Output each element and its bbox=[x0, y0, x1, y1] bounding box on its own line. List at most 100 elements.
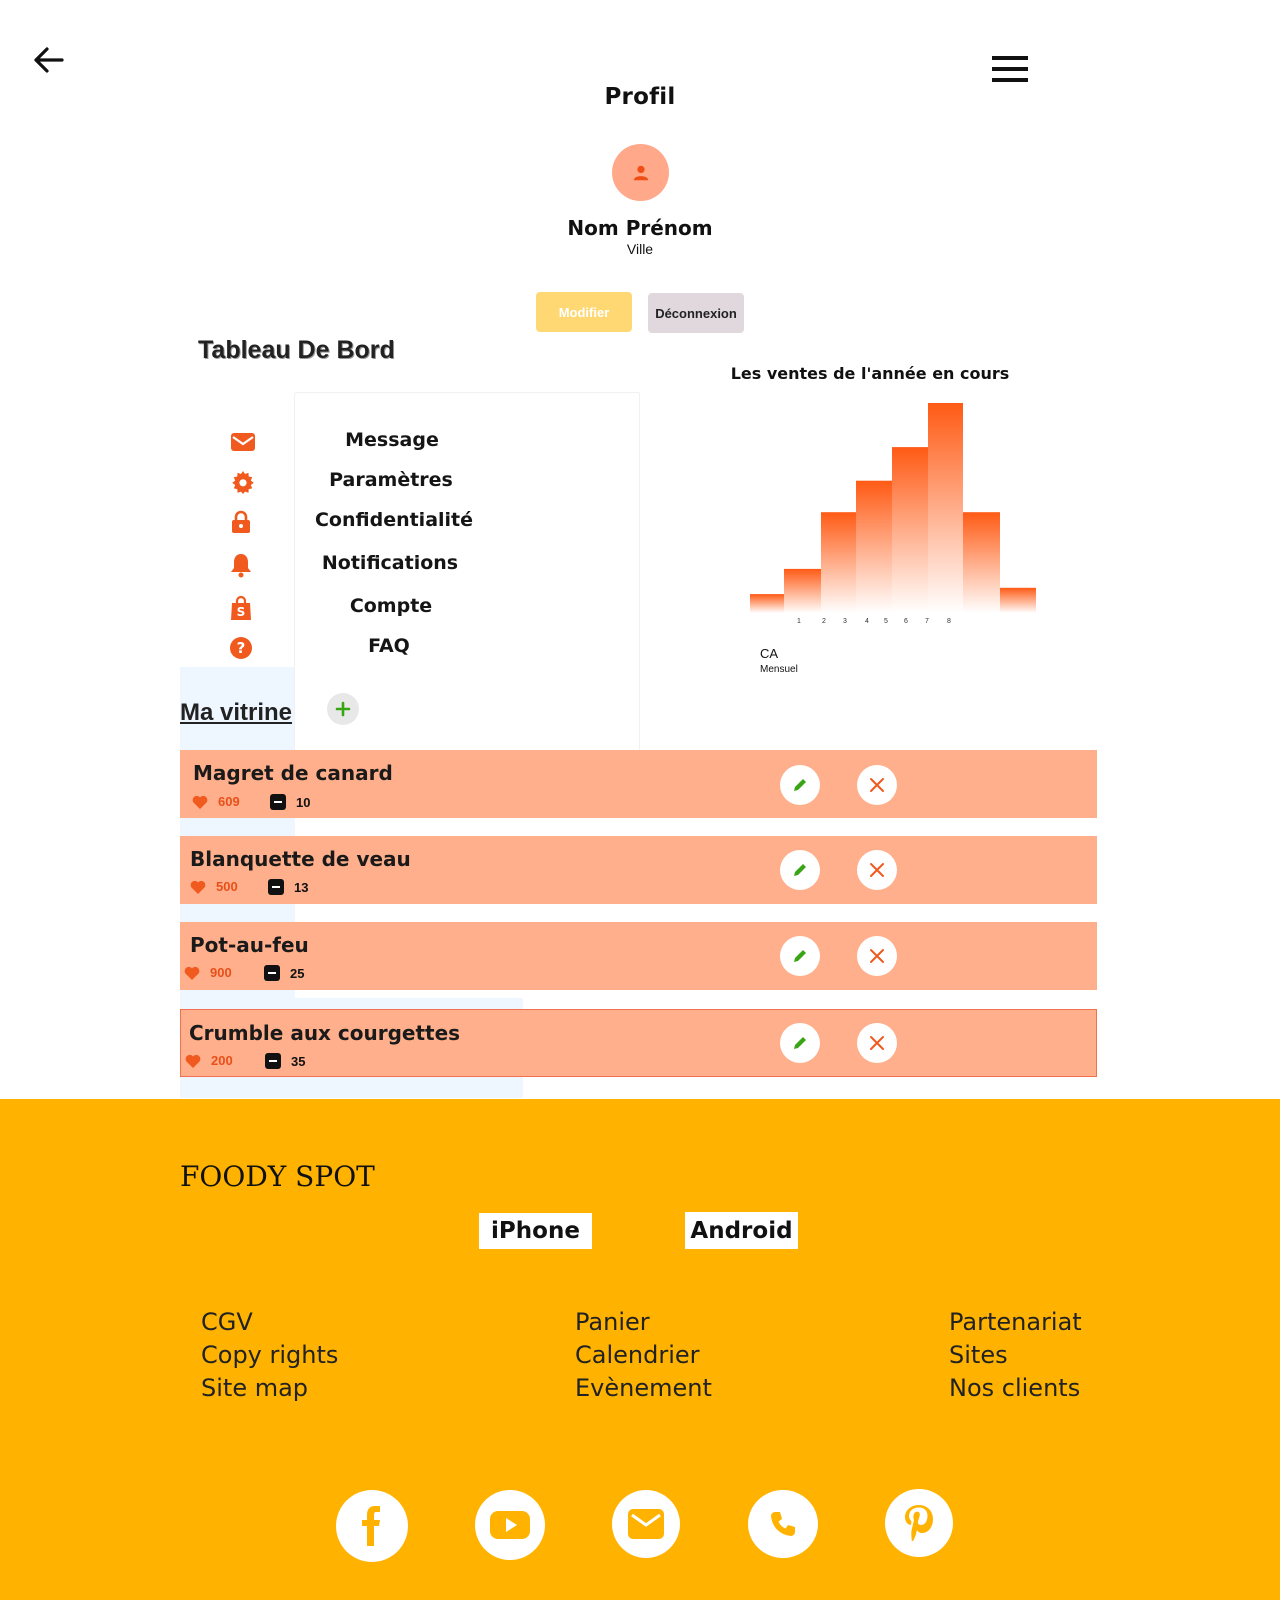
hamburger-menu-button[interactable] bbox=[990, 52, 1030, 88]
edit-product-button[interactable] bbox=[780, 936, 820, 976]
likes-count: 900 bbox=[184, 965, 232, 980]
quantity-value: 35 bbox=[291, 1053, 306, 1069]
delete-product-button[interactable] bbox=[857, 1023, 897, 1063]
chart-bar bbox=[1000, 587, 1036, 613]
product-row[interactable]: Magret de canard 609 10 bbox=[180, 750, 1097, 818]
menu-item-label: Confidentialité bbox=[314, 509, 474, 531]
product-name: Pot-au-feu bbox=[190, 933, 309, 957]
chart-bar bbox=[928, 403, 963, 613]
chart-bar bbox=[821, 512, 856, 613]
quantity-count: 13 bbox=[268, 879, 308, 895]
product-row[interactable]: Blanquette de veau 500 13 bbox=[180, 836, 1097, 904]
footer-links-col2: Panier Calendrier Evènement bbox=[575, 1306, 712, 1405]
delete-product-button[interactable] bbox=[857, 765, 897, 805]
delete-product-button[interactable] bbox=[857, 850, 897, 890]
footer-link-partenariat[interactable]: Partenariat bbox=[949, 1306, 1082, 1339]
mail-button[interactable] bbox=[612, 1490, 680, 1558]
chart-tick-label: 5 bbox=[884, 618, 888, 625]
close-icon bbox=[870, 778, 884, 792]
chart-bar bbox=[963, 512, 1000, 613]
chart-tick-label: 1 bbox=[797, 618, 801, 625]
chart-tick-label: 3 bbox=[843, 618, 847, 625]
edit-product-button[interactable] bbox=[780, 765, 820, 805]
avatar[interactable] bbox=[612, 144, 669, 201]
likes-count: 609 bbox=[192, 794, 240, 809]
youtube-button[interactable] bbox=[475, 1490, 545, 1560]
footer-link-calendrier[interactable]: Calendrier bbox=[575, 1339, 712, 1372]
product-name: Crumble aux courgettes bbox=[189, 1021, 461, 1045]
menu-item-label: Compte bbox=[349, 595, 433, 617]
menu-item-label: Message bbox=[345, 429, 439, 451]
close-icon bbox=[870, 863, 884, 877]
heart-icon bbox=[192, 795, 208, 809]
delete-product-button[interactable] bbox=[857, 936, 897, 976]
product-name: Blanquette de veau bbox=[190, 847, 411, 871]
chart-y-label: CA bbox=[760, 646, 779, 661]
chart-subtitle: Mensuel bbox=[760, 664, 798, 675]
edit-product-button[interactable] bbox=[780, 850, 820, 890]
quantity-value: 10 bbox=[296, 794, 311, 810]
edit-profile-button[interactable]: Modifier bbox=[536, 292, 632, 332]
pencil-icon bbox=[794, 1037, 806, 1049]
footer-link-sites[interactable]: Sites bbox=[949, 1339, 1082, 1372]
close-icon bbox=[870, 949, 884, 963]
pencil-icon bbox=[794, 950, 806, 962]
iphone-app-button[interactable]: iPhone bbox=[479, 1213, 592, 1249]
facebook-icon bbox=[362, 1506, 380, 1546]
facebook-button[interactable] bbox=[336, 1490, 408, 1562]
youtube-icon bbox=[490, 1511, 530, 1539]
footer-links-col1: CGV Copy rights Site map bbox=[201, 1306, 338, 1405]
chart-title: Les ventes de l'année en cours bbox=[730, 364, 1010, 383]
menu-item-label: Notifications bbox=[321, 552, 459, 574]
footer-link-copyrights[interactable]: Copy rights bbox=[201, 1339, 338, 1372]
question-icon: ? bbox=[228, 635, 254, 661]
product-row[interactable]: Pot-au-feu 900 25 bbox=[180, 922, 1097, 990]
footer-link-sitemap[interactable]: Site map bbox=[201, 1372, 338, 1405]
user-name: Nom Prénom bbox=[567, 216, 713, 240]
arrow-left-icon bbox=[34, 47, 64, 73]
minus-box-icon bbox=[268, 879, 284, 895]
vitrine-title[interactable]: Ma vitrine bbox=[180, 699, 292, 727]
pencil-icon bbox=[794, 779, 806, 791]
plus-icon bbox=[335, 701, 351, 717]
quantity-value: 25 bbox=[290, 965, 305, 981]
likes-value: 900 bbox=[210, 965, 232, 980]
heart-icon bbox=[190, 880, 206, 894]
footer: FOODY SPOT iPhone Android CGV Copy right… bbox=[0, 1099, 1280, 1600]
footer-links-col3: Partenariat Sites Nos clients bbox=[949, 1306, 1082, 1405]
mail-icon bbox=[628, 1509, 664, 1539]
footer-link-panier[interactable]: Panier bbox=[575, 1306, 712, 1339]
footer-link-cgv[interactable]: CGV bbox=[201, 1306, 338, 1339]
minus-box-icon bbox=[270, 794, 286, 810]
likes-value: 500 bbox=[216, 879, 238, 894]
chart-bar bbox=[750, 594, 784, 613]
footer-link-nos-clients[interactable]: Nos clients bbox=[949, 1372, 1082, 1405]
likes-count: 200 bbox=[185, 1053, 233, 1068]
edit-product-button[interactable] bbox=[780, 1023, 820, 1063]
user-city: Ville bbox=[626, 241, 654, 257]
add-product-button[interactable] bbox=[327, 693, 359, 725]
user-icon bbox=[633, 165, 648, 180]
sales-bar-chart: 1 2 3 4 5 6 7 8 bbox=[750, 403, 1036, 625]
footer-link-evenement[interactable]: Evènement bbox=[575, 1372, 712, 1405]
back-button[interactable] bbox=[28, 40, 68, 80]
page-title: Profil bbox=[604, 84, 676, 110]
likes-count: 500 bbox=[190, 879, 238, 894]
chart-bar bbox=[856, 480, 892, 613]
phone-button[interactable] bbox=[748, 1490, 818, 1558]
pinterest-button[interactable] bbox=[885, 1489, 953, 1557]
likes-value: 609 bbox=[218, 794, 240, 809]
quantity-count: 35 bbox=[265, 1053, 305, 1069]
svg-text:?: ? bbox=[237, 639, 246, 657]
android-app-button[interactable]: Android bbox=[685, 1212, 798, 1249]
dashboard-title: Tableau De Bord bbox=[198, 336, 395, 364]
menu-item-label: FAQ bbox=[368, 635, 410, 657]
envelope-icon bbox=[230, 429, 256, 455]
shopping-bag-icon: S bbox=[228, 595, 254, 621]
product-row[interactable]: Crumble aux courgettes 200 35 bbox=[180, 1009, 1097, 1077]
logout-button[interactable]: Déconnexion bbox=[648, 293, 744, 333]
chart-tick-label: 7 bbox=[925, 618, 929, 625]
heart-icon bbox=[184, 966, 200, 980]
chart-tick-label: 4 bbox=[865, 618, 869, 625]
product-name: Magret de canard bbox=[193, 761, 393, 785]
